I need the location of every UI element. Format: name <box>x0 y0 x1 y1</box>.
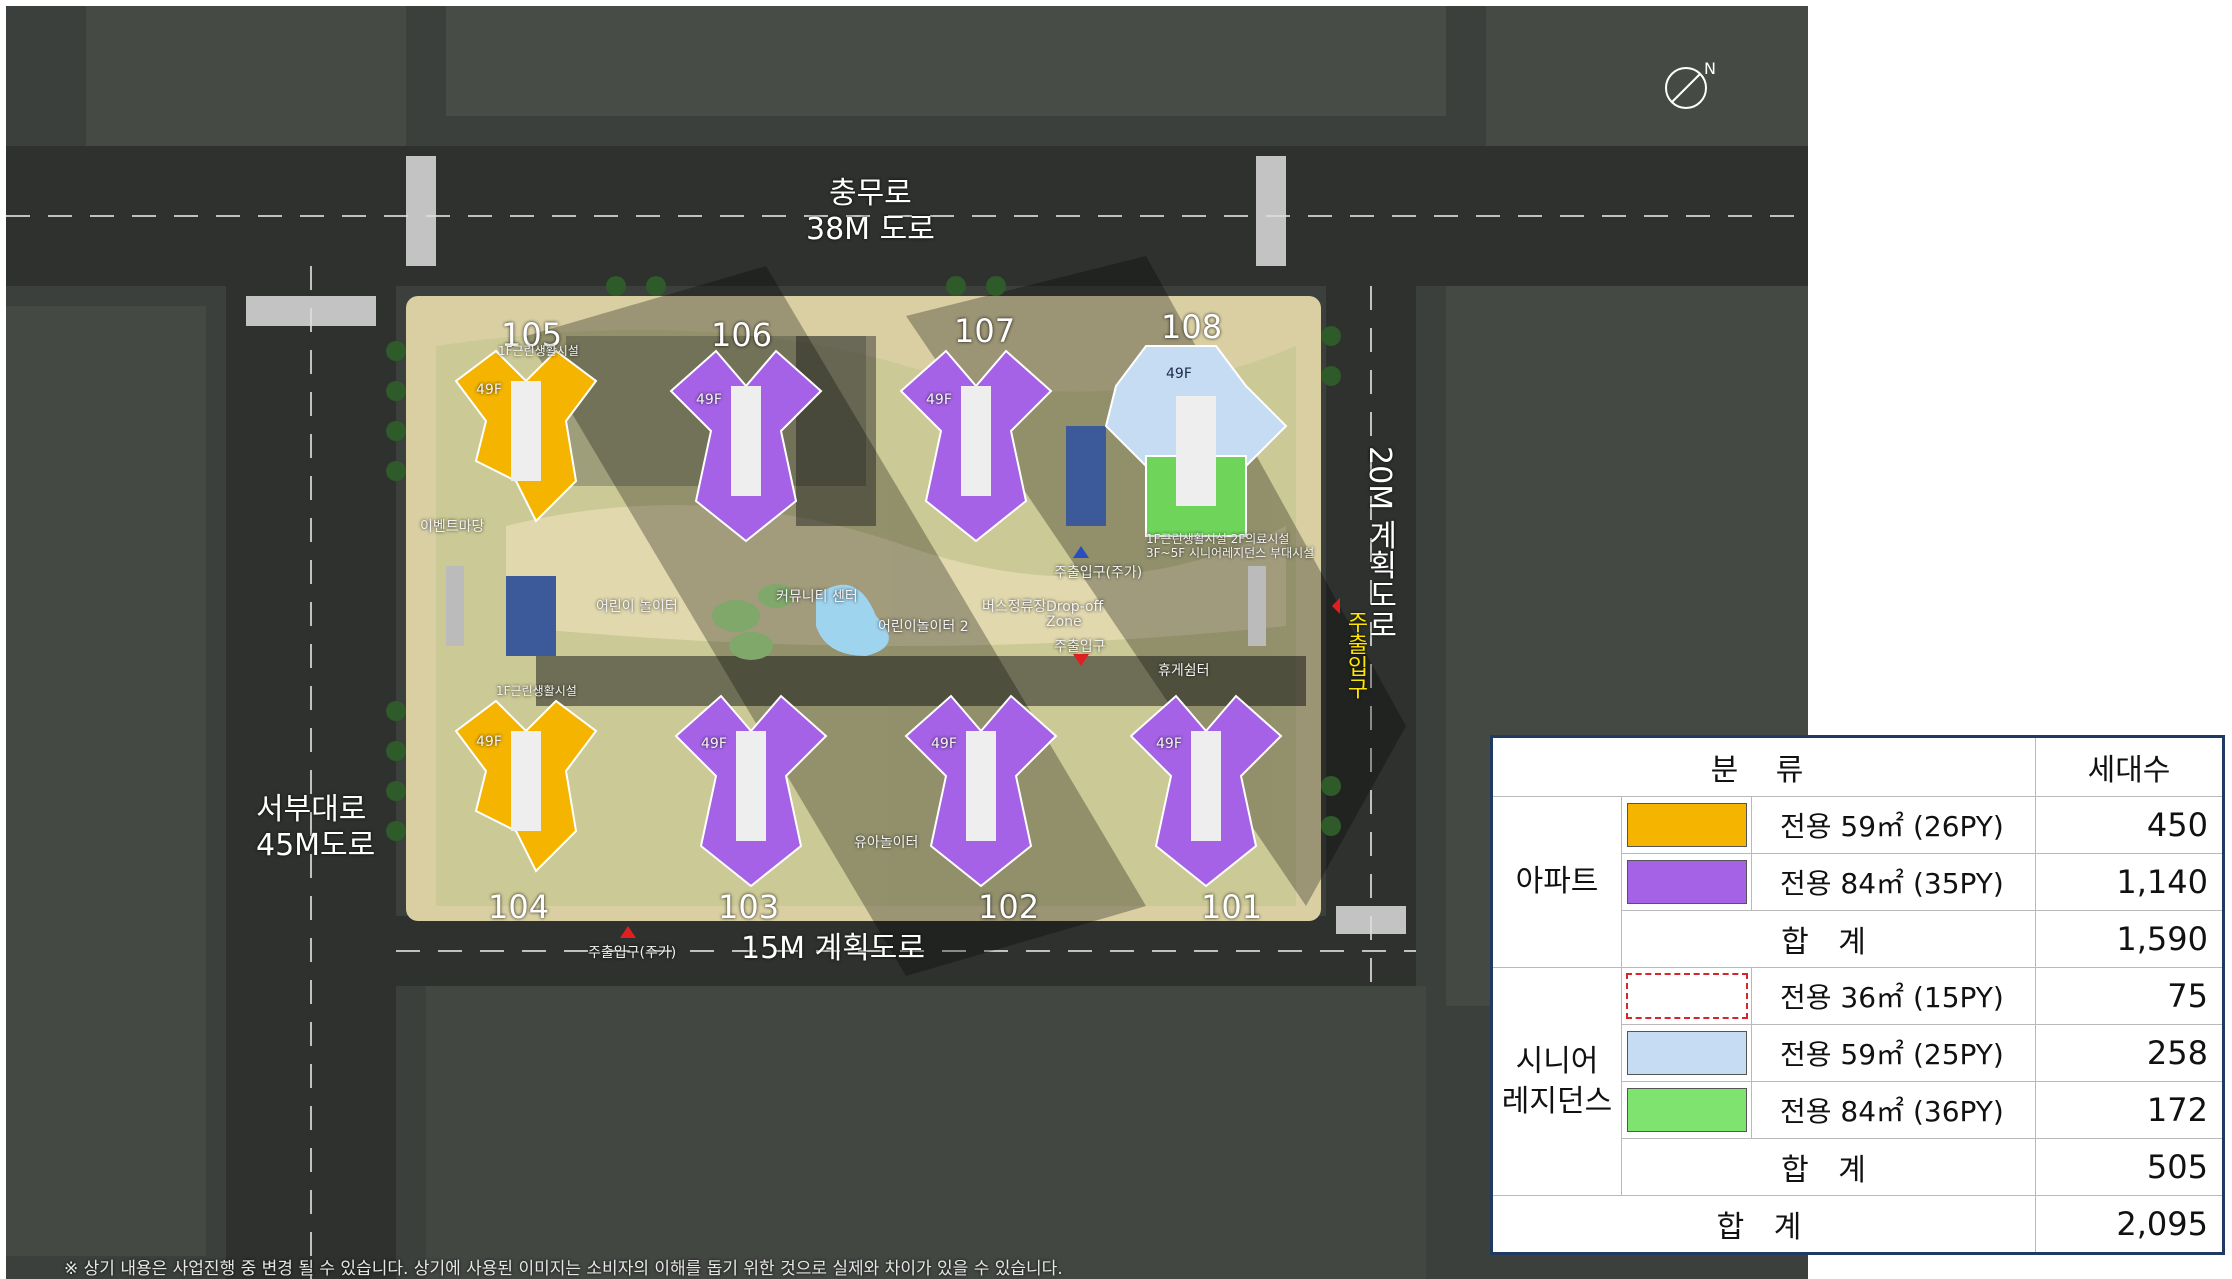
floor-label: 49F <box>696 392 722 408</box>
legend-subtotal-value: 505 <box>2035 1138 2224 1196</box>
city-block <box>446 6 1446 116</box>
east-entrance-label: 주출입구 <box>1343 611 1368 699</box>
kids-playground-label: 어린이 놀이터 <box>596 599 678 615</box>
legend-unit-label: 전용 84㎡ (35PY) <box>1751 853 2036 911</box>
south-road-label: 15M 계획도로 <box>741 931 925 966</box>
legend-swatch <box>1625 973 1748 1019</box>
legend-row: 아파트 전용 59㎡ (26PY) 450 <box>1491 796 2224 968</box>
svg-text:N: N <box>1704 59 1716 78</box>
kids-playground-2-label: 어린이놀이터 2 <box>878 619 969 635</box>
building-number: 103 <box>718 888 780 926</box>
store-label: 1F근린생활시설 <box>496 684 577 698</box>
store-label: 1F근린생활시설 <box>498 344 579 358</box>
legend-total-label: 합 계 <box>1491 1195 2036 1254</box>
legend-swatch <box>1626 1088 1747 1132</box>
legend-total-row: 합 계 2,095 <box>1491 1195 2224 1254</box>
rest-area-label: 휴게쉼터 <box>1158 663 1210 679</box>
building-number: 102 <box>978 888 1040 926</box>
toddler-playground-label: 유아놀이터 <box>854 835 919 851</box>
legend-unit-label: 전용 59㎡ (25PY) <box>1751 1024 2036 1082</box>
household-legend-table: 분 류 세대수 아파트 전용 59㎡ (26PY) 450 전용 84㎡ (35… <box>1490 735 2225 1255</box>
building-number: 101 <box>1201 888 1263 926</box>
parking-ramp <box>1066 426 1106 526</box>
disclaimer-text: ※ 상기 내용은 사업진행 중 변경 될 수 있습니다. 상기에 사용된 이미지… <box>64 1259 1063 1279</box>
legend-group-senior: 시니어 레지던스 <box>1491 967 1622 1196</box>
west-road-label: 서부대로 45M도로 <box>256 792 376 863</box>
legend-header-row: 분 류 세대수 <box>1491 736 2224 797</box>
legend-total-value: 2,095 <box>2035 1195 2224 1254</box>
floor-label: 49F <box>931 736 957 752</box>
parking-ramp <box>506 576 556 656</box>
city-block <box>86 6 406 146</box>
legend-subtotal-value: 1,590 <box>2035 910 2224 968</box>
city-block <box>6 306 206 1256</box>
legend-unit-label: 전용 59㎡ (26PY) <box>1751 796 2036 854</box>
legend-unit-value: 258 <box>2035 1024 2224 1082</box>
building-number: 108 <box>1161 308 1223 346</box>
event-plaza-label: 이벤트마당 <box>420 519 485 535</box>
entrance-label: 주출입구 <box>1054 639 1106 655</box>
floor-label: 49F <box>476 734 502 750</box>
vehicle-exit-label: 주출입구(주가) <box>588 945 677 961</box>
city-block <box>426 986 1426 1279</box>
building-number: 107 <box>954 312 1016 350</box>
legend-unit-label: 전용 84㎡ (36PY) <box>1751 1081 2036 1139</box>
building-number: 106 <box>711 316 773 354</box>
legend-swatch <box>1626 1031 1747 1075</box>
entrance-label: 주출입구(주가) <box>1054 565 1143 581</box>
legend-swatch <box>1626 860 1747 904</box>
community-center-label: 커뮤니티 센터 <box>776 589 858 605</box>
floor-label: 49F <box>1166 366 1192 382</box>
floor-label: 49F <box>1156 736 1182 752</box>
legend-subtotal-label: 합 계 <box>1621 910 2036 968</box>
senior-facility-label: 1F근린생활시설 2F의료시설 3F~5F 시니어레지던스 부대시설 <box>1146 532 1315 560</box>
legend-unit-value: 75 <box>2035 967 2224 1025</box>
floor-label: 49F <box>701 736 727 752</box>
floor-label: 49F <box>476 382 502 398</box>
legend-header-households: 세대수 <box>2035 736 2224 797</box>
legend-group-apartment: 아파트 <box>1491 796 1622 968</box>
floor-label: 49F <box>926 392 952 408</box>
legend-unit-label: 전용 36㎡ (15PY) <box>1751 967 2036 1025</box>
bus-stop-label: 버스정류장 <box>982 599 1047 615</box>
legend-row: 시니어 레지던스 전용 36㎡ (15PY) 75 <box>1491 967 2224 1196</box>
legend-swatch <box>1626 803 1747 847</box>
legend-subtotal-label: 합 계 <box>1621 1138 2036 1196</box>
legend-unit-value: 1,140 <box>2035 853 2224 911</box>
city-block <box>1486 6 1808 156</box>
drop-off-label: Drop-off Zone <box>1046 599 1104 630</box>
legend-header-category: 분 류 <box>1491 736 2036 797</box>
building-number: 104 <box>488 888 550 926</box>
legend-unit-value: 172 <box>2035 1081 2224 1139</box>
legend-unit-value: 450 <box>2035 796 2224 854</box>
north-road-label: 충무로 38M 도로 <box>806 176 935 247</box>
